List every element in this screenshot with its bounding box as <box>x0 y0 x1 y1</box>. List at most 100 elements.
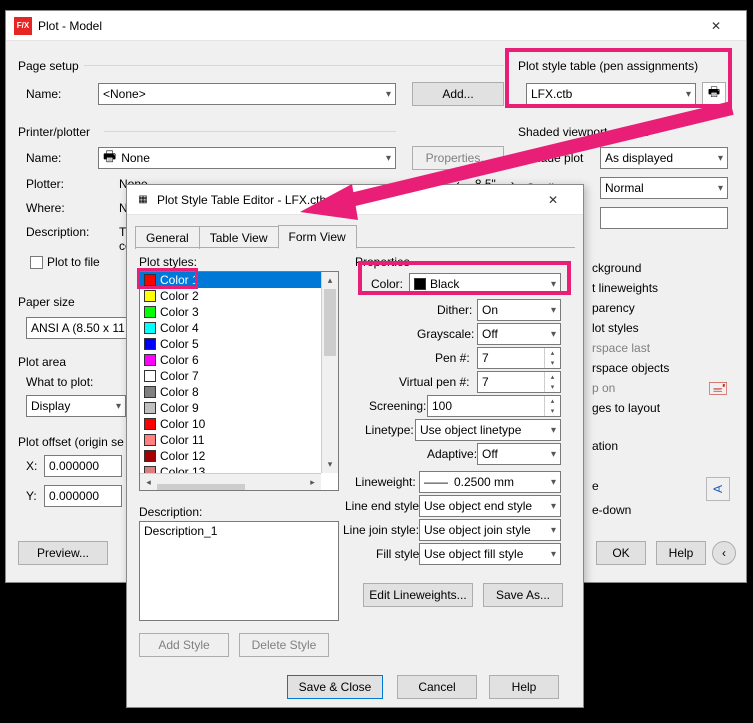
color-name: Color 12 <box>160 449 205 463</box>
chevron-down-icon: ▾ <box>551 279 556 290</box>
tab-general[interactable]: General <box>135 226 200 249</box>
ok-button[interactable]: OK <box>596 541 646 565</box>
color-swatch-icon <box>144 274 156 286</box>
description-textarea[interactable]: Description_1 <box>139 521 339 621</box>
color-name: Color 2 <box>160 289 199 303</box>
color-select[interactable]: Black ▾ <box>409 273 561 295</box>
editor-titlebar: ▦ Plot Style Table Editor - LFX.ctb ✕ <box>127 185 583 215</box>
properties-button[interactable]: Properties... <box>412 146 504 170</box>
adaptive-label: Adaptive: <box>427 447 477 461</box>
chevron-down-icon: ▾ <box>718 153 723 164</box>
list-item[interactable]: Color 11 <box>140 432 321 448</box>
printer-icon: 🖶 <box>103 146 116 170</box>
stamp-icon[interactable]: 🖃 <box>706 379 730 403</box>
printer-name-label: Name: <box>26 151 61 165</box>
color-name: Color 10 <box>160 417 205 431</box>
plot-style-editor-window: ▦ Plot Style Table Editor - LFX.ctb ✕ Ge… <box>126 184 584 708</box>
color-value: Black <box>430 277 459 291</box>
delete-style-button[interactable]: Delete Style <box>239 633 329 657</box>
editor-icon: ▦ <box>135 192 151 208</box>
chevron-down-icon: ▾ <box>116 401 121 412</box>
list-item[interactable]: Color 7 <box>140 368 321 384</box>
color-name: Color 3 <box>160 305 199 319</box>
close-icon[interactable]: ✕ <box>694 11 738 41</box>
where-label: Where: <box>26 201 65 215</box>
plot-offset-label: Plot offset (origin se <box>18 435 124 449</box>
dpi-field[interactable] <box>600 207 728 229</box>
close-icon[interactable]: ✕ <box>531 185 575 215</box>
add-style-button[interactable]: Add Style <box>139 633 229 657</box>
printer-name-select[interactable]: 🖶 None ▾ <box>98 147 396 169</box>
list-item[interactable]: Color 2 <box>140 288 321 304</box>
list-item[interactable]: Color 3 <box>140 304 321 320</box>
list-item[interactable]: Color 1 <box>140 272 321 288</box>
orientation-icon: A <box>706 477 730 501</box>
opt-lineweights: t lineweights <box>592 281 658 295</box>
plot-style-table-label: Plot style table (pen assignments) <box>518 59 698 73</box>
edit-lineweights-button[interactable]: Edit Lineweights... <box>363 583 473 607</box>
adaptive-select[interactable]: Off▾ <box>477 443 561 465</box>
plot-title: Plot - Model <box>38 19 102 33</box>
what-to-plot-select[interactable]: Display ▾ <box>26 395 126 417</box>
linejoin-select[interactable]: Use object join style▾ <box>419 519 561 541</box>
vpen-stepper[interactable]: 7▴▾ <box>477 371 561 393</box>
lineend-select[interactable]: Use object end style▾ <box>419 495 561 517</box>
opt-e-down: e-down <box>592 503 631 517</box>
tab-form-view[interactable]: Form View <box>278 225 357 249</box>
plot-styles-list[interactable]: Color 1Color 2Color 3Color 4Color 5Color… <box>139 271 339 491</box>
list-item[interactable]: Color 12 <box>140 448 321 464</box>
color-name: Color 7 <box>160 369 199 383</box>
color-name: Color 8 <box>160 385 199 399</box>
list-item[interactable]: Color 4 <box>140 320 321 336</box>
color-swatch-icon <box>144 370 156 382</box>
list-item[interactable]: Color 6 <box>140 352 321 368</box>
color-swatch-icon <box>144 290 156 302</box>
shadeplot-select[interactable]: As displayed▾ <box>600 147 728 169</box>
linetype-select[interactable]: Use object linetype▾ <box>415 419 561 441</box>
y-label: Y: <box>26 489 37 503</box>
fill-select[interactable]: Use object fill style▾ <box>419 543 561 565</box>
list-item[interactable]: Color 5 <box>140 336 321 352</box>
name-label: Name: <box>26 87 61 101</box>
linejoin-label: Line join style: <box>343 523 419 537</box>
preview-button[interactable]: Preview... <box>18 541 108 565</box>
expand-icon[interactable]: ‹ <box>712 541 736 565</box>
plotter-label: Plotter: <box>26 177 64 191</box>
edit-plot-style-icon[interactable]: 🖶 <box>702 82 726 106</box>
opt-paperspace-last: rspace last <box>592 341 650 355</box>
pen-stepper[interactable]: 7▴▾ <box>477 347 561 369</box>
list-item[interactable]: Color 10 <box>140 416 321 432</box>
lineweight-select[interactable]: ——0.2500 mm▾ <box>419 471 561 493</box>
add-button[interactable]: Add... <box>412 82 504 106</box>
list-item[interactable]: Color 9 <box>140 400 321 416</box>
color-name: Color 5 <box>160 337 199 351</box>
y-input[interactable]: 0.000000 <box>44 485 122 507</box>
page-setup-name-select[interactable]: <None> ▾ <box>98 83 396 105</box>
dither-select[interactable]: On▾ <box>477 299 561 321</box>
dither-label: Dither: <box>437 303 472 317</box>
save-close-button[interactable]: Save & Close <box>287 675 383 699</box>
color-swatch-icon <box>144 450 156 462</box>
paper-size-select[interactable]: ANSI A (8.50 x 11 <box>26 317 142 339</box>
scrollbar-vertical[interactable]: ▴ ▾ <box>321 272 338 473</box>
tab-table-view[interactable]: Table View <box>199 226 279 249</box>
grayscale-select[interactable]: Off▾ <box>477 323 561 345</box>
plot-area-label: Plot area <box>18 355 66 369</box>
cancel-button[interactable]: Cancel <box>397 675 477 699</box>
color-name: Color 4 <box>160 321 199 335</box>
plot-style-table-select[interactable]: LFX.ctb ▾ <box>526 83 696 105</box>
what-to-plot-value: Display <box>31 399 70 413</box>
save-as-button[interactable]: Save As... <box>483 583 563 607</box>
help-button[interactable]: Help <box>656 541 706 565</box>
quality-value: Normal <box>605 181 644 195</box>
plot-to-file-checkbox[interactable]: Plot to file <box>30 255 100 269</box>
editor-help-button[interactable]: Help <box>489 675 559 699</box>
screening-stepper[interactable]: 100▴▾ <box>427 395 561 417</box>
x-input[interactable]: 0.000000 <box>44 455 122 477</box>
scrollbar-horizontal[interactable]: ◂ ▸ <box>140 473 321 490</box>
list-item[interactable]: Color 8 <box>140 384 321 400</box>
quality-select[interactable]: Normal▾ <box>600 177 728 199</box>
color-name: Color 9 <box>160 401 199 415</box>
editor-title: Plot Style Table Editor - LFX.ctb <box>157 193 326 207</box>
lineend-label: Line end style: <box>345 499 422 513</box>
